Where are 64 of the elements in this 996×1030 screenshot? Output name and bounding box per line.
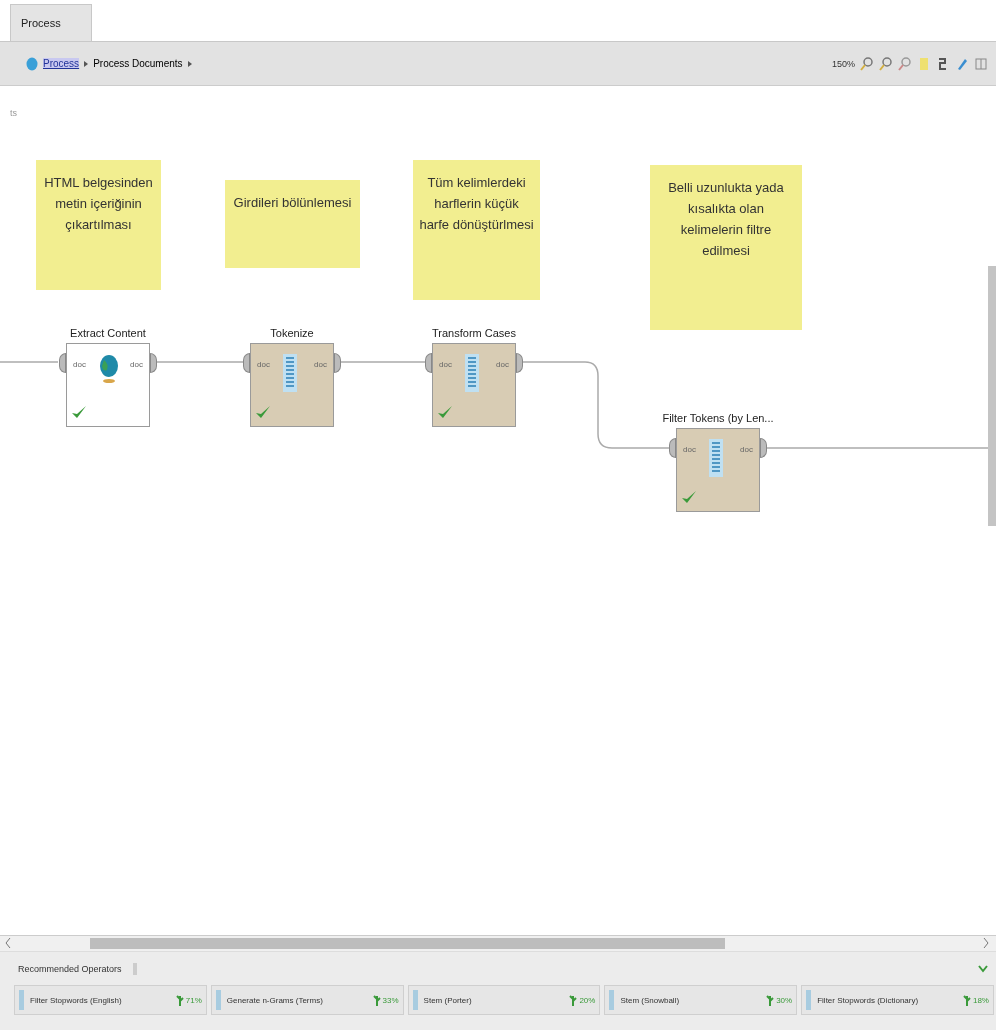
- leaf-icon: [175, 994, 184, 1006]
- document-icon: [215, 990, 221, 1010]
- zoom-out-icon[interactable]: [879, 56, 893, 71]
- operator-block[interactable]: doc doc: [66, 343, 150, 427]
- sticky-note[interactable]: HTML belgesinden metin içeriğinin çıkartılması: [36, 160, 161, 290]
- port-label: doc: [314, 360, 327, 369]
- horizontal-scrollbar[interactable]: [0, 935, 996, 952]
- operator-name: Tokenize: [270, 327, 314, 339]
- chevron-icon: [187, 60, 192, 67]
- recommended-operator[interactable]: Stem (Snowball) 30%: [604, 985, 798, 1015]
- leaf-icon: [569, 994, 578, 1006]
- leaf-icon: [962, 994, 971, 1006]
- chevron-icon: [84, 60, 89, 67]
- output-port[interactable]: [334, 353, 341, 373]
- leaf-icon: [766, 994, 775, 1006]
- port-label: doc: [73, 360, 86, 369]
- recommended-operator[interactable]: Stem (Porter) 20%: [407, 985, 601, 1015]
- scrollbar-thumb[interactable]: [988, 266, 996, 526]
- operator-name: Extract Content: [70, 327, 146, 339]
- sticky-note[interactable]: Tüm kelimlerdeki harflerin küçük harfe dönüştürlmesi: [413, 160, 540, 300]
- operator-name: Transform Cases: [432, 327, 516, 339]
- output-port[interactable]: [150, 353, 157, 373]
- process-icon: [26, 56, 38, 71]
- document-icon: [609, 990, 615, 1010]
- port-label: doc: [439, 360, 452, 369]
- pen-icon[interactable]: [955, 56, 969, 71]
- operator-block[interactable]: doc doc: [432, 343, 516, 427]
- breadcrumb-item[interactable]: Process Documents: [93, 58, 183, 69]
- output-port[interactable]: [760, 438, 767, 458]
- breadcrumb-link[interactable]: Process: [43, 58, 80, 69]
- output-port[interactable]: [516, 353, 523, 373]
- connection-line: [0, 361, 59, 363]
- port-label: doc: [257, 360, 270, 369]
- sticky-note[interactable]: Belli uzunlukta yada kısalıkta olan kelimelerin filtre edilmesi: [650, 165, 802, 330]
- document-icon: [709, 439, 723, 477]
- operator-block[interactable]: doc doc: [676, 428, 760, 512]
- port-label: doc: [683, 445, 696, 454]
- document-icon: [806, 990, 812, 1010]
- operator-name: Filter Tokens (by Len...: [662, 412, 774, 424]
- port-label: doc: [130, 360, 143, 369]
- port-label: doc: [496, 360, 509, 369]
- zoom-level: 150%: [831, 58, 855, 69]
- document-icon: [283, 354, 297, 392]
- leaf-icon: [372, 994, 381, 1006]
- recommended-operator[interactable]: Filter Stopwords (Dictionary) 18%: [801, 985, 994, 1015]
- sticky-note[interactable]: Girdileri bölünlemesi: [225, 180, 360, 268]
- scrollbar-thumb[interactable]: [90, 938, 725, 949]
- scroll-right-icon[interactable]: [982, 937, 990, 949]
- scroll-left-icon[interactable]: [4, 937, 12, 949]
- document-icon: [412, 990, 418, 1010]
- grid-icon[interactable]: [974, 56, 988, 71]
- zoom-in-icon[interactable]: [860, 56, 874, 71]
- globe-icon: [99, 354, 119, 384]
- document-icon: [19, 990, 24, 1010]
- recommended-operator[interactable]: Generate n-Grams (Terms) 33%: [210, 985, 404, 1015]
- recommended-operator[interactable]: Filter Stopwords (English) 71%: [14, 985, 207, 1015]
- panel-title: Recommended Operators: [18, 963, 122, 974]
- operator-block[interactable]: doc doc: [250, 343, 334, 427]
- process-tab[interactable]: Process: [10, 4, 92, 41]
- canvas-text: ts: [10, 108, 17, 118]
- port-label: doc: [740, 445, 753, 454]
- zoom-fit-icon[interactable]: [898, 56, 912, 71]
- chevron-down-icon[interactable]: [978, 964, 988, 973]
- document-icon: [465, 354, 479, 392]
